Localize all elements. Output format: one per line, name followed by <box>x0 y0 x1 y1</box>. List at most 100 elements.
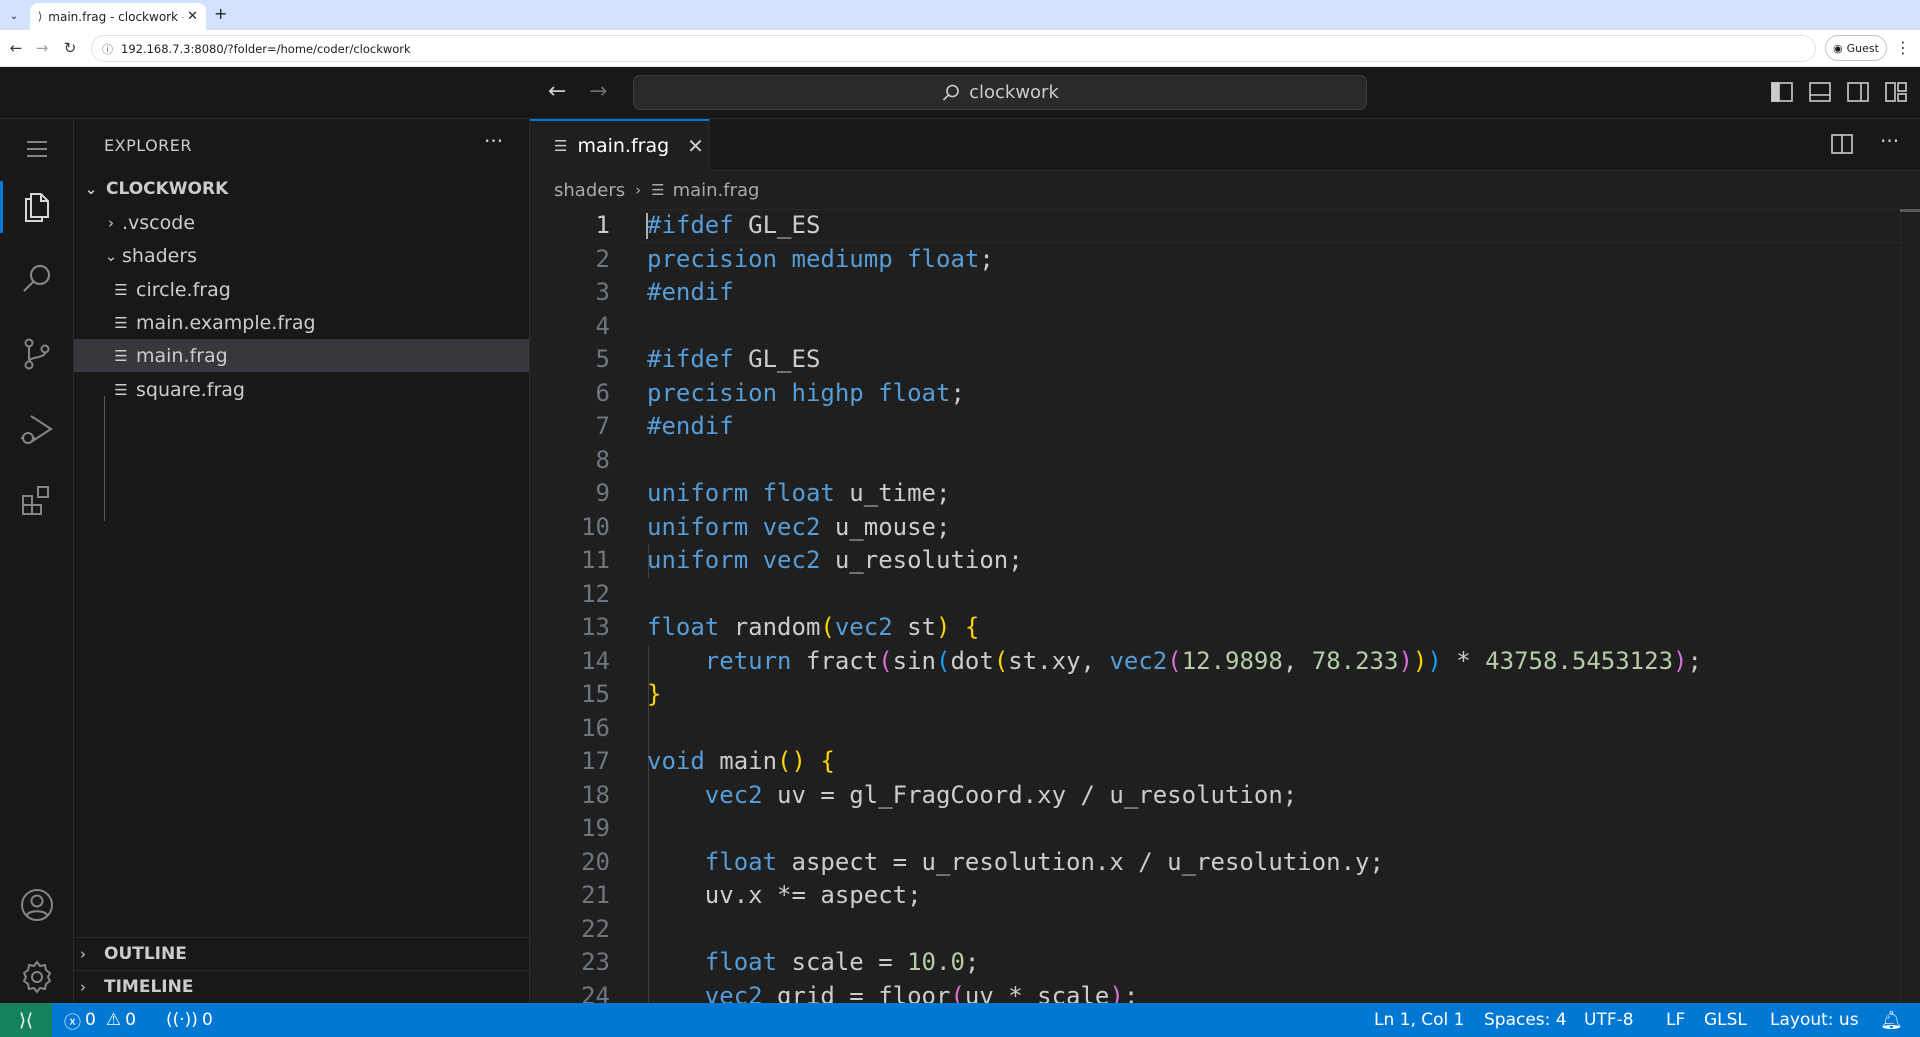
line-number: 1 <box>595 211 610 239</box>
address-bar[interactable]: ⓘ 192.168.7.3:8080/?folder=/home/coder/c… <box>91 35 1816 62</box>
explorer-more-actions-icon[interactable]: ··· <box>484 129 503 153</box>
keyboard-layout[interactable]: Layout: us <box>1770 1003 1859 1037</box>
line-number-gutter: 1 2 3 4 5 6 7 8 9 10 11 12 13 14 15 16 17 18 19 20 21 22 23 24 <box>530 209 610 1003</box>
close-icon[interactable]: ✕ <box>687 134 704 158</box>
browser-menu-icon[interactable]: ⋮ <box>1895 38 1911 57</box>
vertical-scrollbar[interactable] <box>1900 209 1920 1003</box>
chevron-down-icon: ⌄ <box>104 246 118 265</box>
profile-button[interactable]: ◉ Guest <box>1825 35 1887 61</box>
problems-indicator[interactable]: ⓧ 0 ⚠ 0 <box>64 1003 136 1037</box>
tree-folder-vscode[interactable]: › .vscode <box>74 206 529 239</box>
tree-item-label: .vscode <box>122 211 196 234</box>
line-number: 2 <box>595 244 610 273</box>
timeline-label: TIMELINE <box>104 977 194 997</box>
editor-more-actions-icon[interactable]: ··· <box>1880 129 1899 153</box>
bell-icon[interactable]: 🔔︎ <box>1880 1003 1903 1037</box>
tab-search-chevron-icon[interactable]: ⌄ <box>5 7 23 25</box>
toggle-panel-icon[interactable] <box>1808 81 1832 103</box>
run-debug-icon[interactable] <box>0 399 74 459</box>
line-number: 23 <box>581 948 610 976</box>
timeline-panel-header[interactable]: › TIMELINE <box>74 970 529 1003</box>
tree-file-circle[interactable]: ☰ circle.frag <box>74 273 529 306</box>
line-number: 22 <box>581 914 610 943</box>
vscode-title-bar: ← → clockwork <box>0 67 1920 119</box>
search-icon <box>943 84 959 101</box>
error-icon: ⓧ <box>64 1012 81 1033</box>
menu-icon[interactable] <box>0 119 74 179</box>
go-back-icon[interactable]: ← <box>548 79 566 104</box>
go-forward-icon[interactable]: → <box>589 79 607 104</box>
line-number: 14 <box>581 646 610 675</box>
new-tab-button[interactable]: + <box>214 4 227 23</box>
split-editor-icon[interactable] <box>1830 133 1854 155</box>
customize-layout-icon[interactable] <box>1884 81 1908 103</box>
browser-tab-strip: ⌄ ⟩ main.frag - clockwork - c ✕ + <box>0 0 1920 30</box>
tree-file-main-example[interactable]: ☰ main.example.frag <box>74 306 529 339</box>
outline-label: OUTLINE <box>104 944 187 964</box>
settings-gear-icon[interactable] <box>0 947 74 1007</box>
eol-setting[interactable]: LF <box>1666 1003 1685 1037</box>
breadcrumb-file[interactable]: main.frag <box>673 180 760 201</box>
indentation-setting[interactable]: Spaces: 4 <box>1484 1003 1567 1037</box>
vscode-favicon-icon: ⟩ <box>38 10 43 23</box>
code-editor[interactable]: 1 2 3 4 5 6 7 8 9 10 11 12 13 14 15 16 17 18 19 20 21 22 23 24 … <box>530 209 1920 1003</box>
account-icon[interactable] <box>0 875 74 935</box>
source-control-icon[interactable] <box>0 324 74 384</box>
close-tab-icon[interactable]: ✕ <box>187 9 198 24</box>
line-number: 19 <box>581 814 610 842</box>
code-line: vec2 grid = floor(uv * scale); <box>704 981 1139 1004</box>
tree-file-main[interactable]: ☰ main.frag <box>74 339 529 372</box>
ports-count: 0 <box>201 1010 213 1030</box>
remote-icon[interactable]: ⟩⟨ <box>0 1003 52 1037</box>
code-line: return fract(sin(dot(st.xy, vec2(12.9898… <box>704 646 1702 675</box>
code-line: uniform vec2 u_mouse; <box>647 512 951 541</box>
editor-tab-bar: ☰ main.frag ✕ ··· <box>530 119 1920 171</box>
browser-back-icon[interactable]: ← <box>6 39 26 57</box>
command-center-search[interactable]: clockwork <box>633 75 1367 110</box>
tree-file-square[interactable]: ☰ square.frag <box>74 373 529 406</box>
toggle-primary-sidebar-icon[interactable] <box>1770 81 1794 103</box>
code-line: void main() { <box>647 747 835 775</box>
editor-tab-main-frag[interactable]: ☰ main.frag ✕ <box>530 119 710 171</box>
chevron-down-icon: ⌄ <box>84 179 98 198</box>
ports-indicator[interactable]: ((·)) 0 <box>166 1003 213 1037</box>
line-number: 16 <box>581 713 610 742</box>
line-number: 3 <box>595 278 610 306</box>
command-center-label: clockwork <box>969 82 1059 103</box>
code-line: precision highp float; <box>647 378 965 407</box>
toggle-secondary-sidebar-icon[interactable] <box>1846 81 1870 103</box>
encoding-setting[interactable]: UTF-8 <box>1584 1003 1634 1037</box>
workspace-folder-header[interactable]: ⌄ CLOCKWORK <box>74 172 529 205</box>
line-number: 11 <box>581 546 610 574</box>
scrollbar-thumb[interactable] <box>1900 209 1920 212</box>
site-info-icon[interactable]: ⓘ <box>102 41 113 57</box>
reload-icon[interactable]: ↻ <box>60 39 80 57</box>
code-line: precision mediump float; <box>647 244 994 273</box>
search-icon[interactable] <box>0 249 74 309</box>
outline-panel-header[interactable]: › OUTLINE <box>74 937 529 970</box>
line-number: 7 <box>595 412 610 440</box>
line-number: 6 <box>595 378 610 407</box>
language-mode[interactable]: GLSL <box>1704 1003 1747 1037</box>
activity-bar <box>0 119 74 1003</box>
chevron-right-icon: › <box>80 945 86 963</box>
browser-tab[interactable]: ⟩ main.frag - clockwork - c ✕ <box>30 3 206 30</box>
cursor-position[interactable]: Ln 1, Col 1 <box>1374 1003 1465 1037</box>
line-number: 10 <box>581 512 610 541</box>
explorer-sidebar: EXPLORER ··· ⌄ CLOCKWORK › .vscode ⌄ sha… <box>74 119 530 1003</box>
breadcrumb-folder[interactable]: shaders <box>554 180 625 201</box>
code-lines: #ifdef GL_ES precision mediump float; #e… <box>647 209 1702 1003</box>
browser-forward-icon[interactable]: → <box>32 39 52 57</box>
file-lines-icon: ☰ <box>651 181 665 199</box>
files-icon[interactable] <box>0 177 74 237</box>
code-line: #endif <box>647 278 734 306</box>
profile-label: Guest <box>1846 41 1879 55</box>
tree-folder-shaders[interactable]: ⌄ shaders <box>74 239 529 272</box>
code-line: #ifdef GL_ES <box>647 345 821 373</box>
extensions-icon[interactable] <box>0 471 74 531</box>
